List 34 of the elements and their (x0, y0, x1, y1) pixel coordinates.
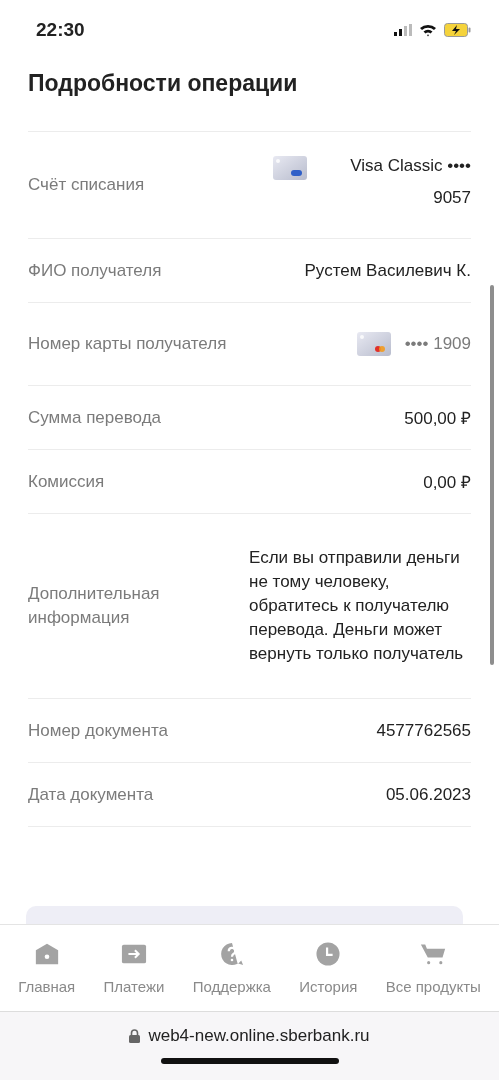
battery-icon (444, 23, 471, 37)
field-label: Номер карты получателя (28, 334, 227, 354)
nav-tab[interactable]: История (299, 941, 358, 995)
field-label: Дата документа (28, 784, 154, 805)
field-label: Счёт списания (28, 175, 145, 195)
field-value: •••• 1909 (404, 334, 471, 354)
field-label: Номер документа (28, 720, 168, 741)
nav-tab[interactable]: Все продукты (385, 941, 481, 995)
wifi-icon (419, 23, 437, 37)
nav-tab[interactable]: Поддержка (192, 941, 271, 995)
field-label: ФИО получателя (28, 260, 162, 281)
signal-icon (394, 24, 412, 36)
field-value: 05.06.2023 (385, 784, 471, 805)
field-value: Рустем Василевич К. (304, 260, 471, 281)
clock-time: 22:30 (36, 19, 85, 41)
help-icon (218, 941, 245, 966)
field-value: 0,00 ₽ (423, 472, 471, 493)
card-icon (273, 156, 307, 180)
field-label: Дополнительная информация (28, 583, 161, 629)
home-icon (33, 941, 60, 966)
field-value: Если вы отправили деньги не тому человеку, обратитесь к получателю перевода. Деньги может вернуть только получатель (249, 547, 465, 665)
field-value: 500,00 ₽ (404, 408, 471, 429)
nav-tab[interactable]: Платежи (103, 941, 165, 995)
nav-tab[interactable]: Главная (18, 941, 76, 995)
cart-icon (420, 941, 447, 966)
clock-icon (315, 941, 342, 966)
field-value: 4577762565 (376, 720, 471, 741)
field-value: Visa Classic •••• 9057 (349, 155, 471, 209)
url-text[interactable]: web4-new.online.sberbank.ru (148, 1026, 370, 1046)
field-label: Комиссия (28, 471, 105, 492)
field-label: Сумма перевода (28, 407, 161, 428)
card-icon (356, 332, 391, 356)
page-title: Подробности операции (28, 70, 299, 97)
lock-icon (129, 1029, 141, 1043)
